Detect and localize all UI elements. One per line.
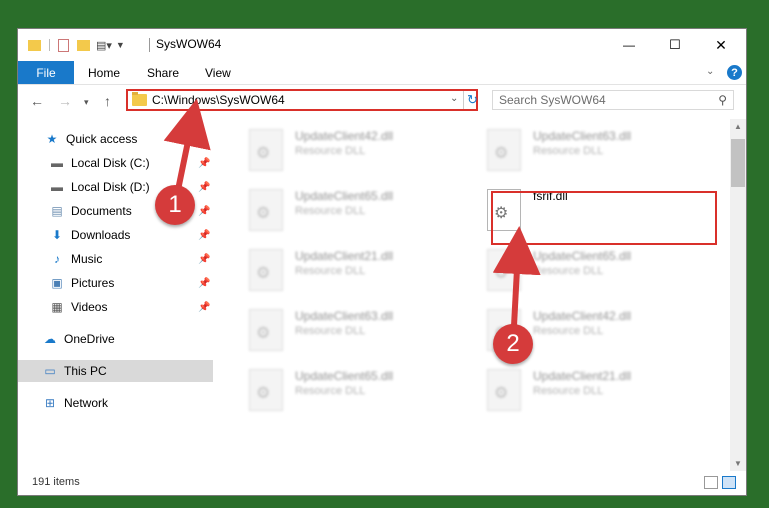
step-2-badge: 2 — [493, 324, 533, 364]
step-1-badge: 1 — [155, 185, 195, 225]
arrow-to-fsrif-dll — [492, 226, 541, 327]
arrow-to-address-bar — [163, 98, 211, 191]
annotation-arrows — [163, 98, 541, 327]
